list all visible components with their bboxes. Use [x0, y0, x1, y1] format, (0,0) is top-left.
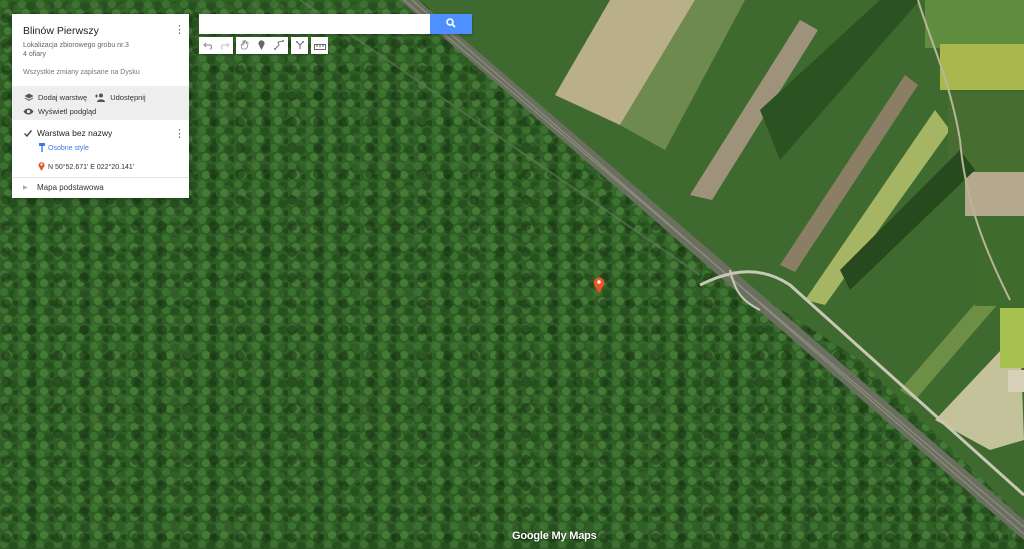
history-toolbar	[199, 37, 233, 54]
layer-options-icon[interactable]: ⋮	[174, 128, 185, 142]
preview-label: Wyświetl podgląd	[38, 106, 97, 116]
map-pin-icon	[593, 277, 605, 295]
add-layer-label: Dodaj warstwę	[38, 92, 88, 102]
measure-toolbar	[311, 37, 328, 54]
share-label: Udostępnij	[110, 92, 146, 102]
search-icon	[446, 15, 456, 33]
select-items-button[interactable]	[236, 37, 253, 54]
undo-icon	[202, 37, 213, 55]
basemap-label: Mapa podstawowa	[37, 183, 104, 192]
search-button[interactable]	[430, 14, 472, 34]
marker-icon	[258, 37, 265, 55]
map-header: Blinów Pierwszy Lokalizacja zbiorowego g…	[12, 14, 189, 86]
search-box	[199, 14, 472, 34]
share-button[interactable]: Udostępnij	[95, 92, 146, 102]
map-pin-icon	[38, 161, 45, 173]
search-input[interactable]	[199, 14, 430, 34]
redo-button[interactable]	[216, 37, 233, 54]
paint-roller-icon	[39, 143, 45, 154]
ruler-icon	[313, 37, 326, 55]
layer-style-label: Osobne style	[48, 145, 89, 152]
layer-style-link[interactable]: Osobne style	[39, 143, 178, 154]
location-marker[interactable]	[593, 276, 605, 295]
add-layer-button[interactable]: Dodaj warstwę	[23, 92, 87, 102]
draw-line-button[interactable]	[270, 37, 287, 54]
add-directions-button[interactable]	[291, 37, 308, 54]
map-subdescription: 4 ofiary	[23, 51, 46, 58]
layers-icon	[23, 92, 34, 102]
basemap-section[interactable]: ▶ Mapa podstawowa	[12, 178, 189, 197]
layer-section: Warstwa bez nazwy ⋮ Osobne style N 50°52…	[12, 120, 189, 178]
directions-icon	[295, 37, 305, 55]
drawing-toolbar	[236, 37, 288, 54]
redo-icon	[220, 37, 230, 55]
layer-name[interactable]: Warstwa bez nazwy	[37, 128, 112, 138]
add-person-icon	[95, 92, 106, 102]
save-status: Wszystkie zmiany zapisane na Dysku	[23, 69, 140, 76]
measure-button[interactable]	[311, 37, 328, 54]
line-icon	[273, 37, 284, 55]
layer-visibility-checkbox[interactable]	[23, 129, 32, 138]
expand-arrow-icon[interactable]: ▶	[23, 184, 31, 191]
eye-icon	[23, 106, 34, 116]
map-description[interactable]: Lokalizacja zbiorowego grobu nr.3	[23, 41, 178, 50]
add-marker-button[interactable]	[253, 37, 270, 54]
hand-icon	[240, 37, 249, 55]
feature-coordinates: N 50°52.671' E 022°20.141'	[48, 163, 135, 171]
map-options-icon[interactable]: ⋮	[174, 24, 185, 38]
directions-toolbar	[291, 37, 308, 54]
preview-button[interactable]: Wyświetl podgląd	[23, 106, 96, 116]
map-details-panel: Blinów Pierwszy Lokalizacja zbiorowego g…	[12, 14, 189, 198]
map-title[interactable]: Blinów Pierwszy	[23, 25, 178, 37]
layer-feature-item[interactable]: N 50°52.671' E 022°20.141'	[38, 161, 178, 173]
google-my-maps-logo: Google My Maps	[512, 530, 597, 542]
map-actions: Dodaj warstwę Udostępnij Wyświetl podglą…	[12, 86, 189, 120]
undo-button[interactable]	[199, 37, 216, 54]
